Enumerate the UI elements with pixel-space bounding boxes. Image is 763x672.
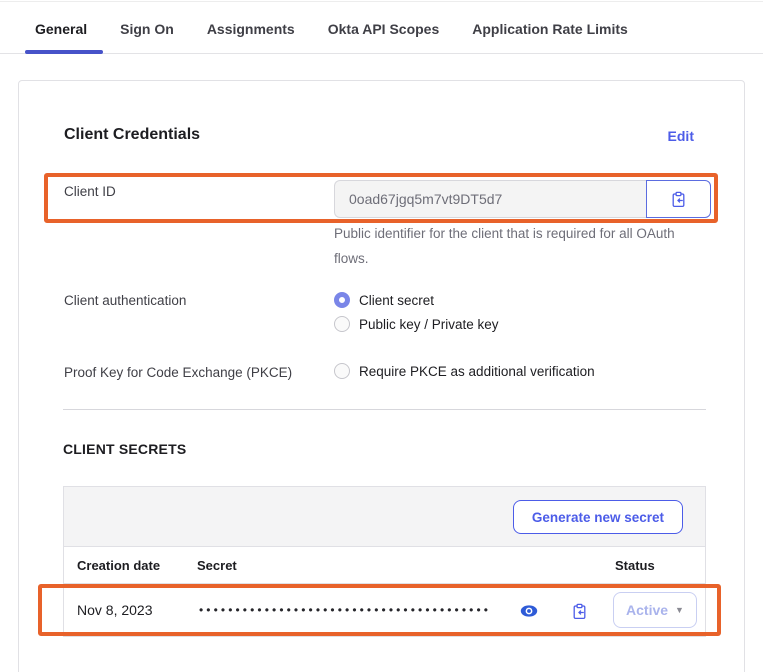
radio-selected-icon[interactable] bbox=[334, 292, 350, 308]
window-top-divider bbox=[0, 1, 763, 2]
pkce-label: Proof Key for Code Exchange (PKCE) bbox=[64, 365, 292, 380]
column-header-status: Status bbox=[615, 547, 655, 584]
tab-okta-api-scopes[interactable]: Okta API Scopes bbox=[328, 17, 440, 47]
okta-app-settings-page: General Sign On Assignments Okta API Sco… bbox=[0, 0, 763, 672]
active-tab-underline bbox=[25, 50, 103, 54]
secret-creation-date: Nov 8, 2023 bbox=[77, 584, 153, 636]
status-badge: Active bbox=[626, 602, 668, 618]
pkce-checkbox-icon[interactable] bbox=[334, 363, 350, 379]
tab-application-rate-limits[interactable]: Application Rate Limits bbox=[472, 17, 628, 47]
copy-secret-button[interactable] bbox=[569, 601, 589, 621]
table-row: Nov 8, 2023 ••••••••••••••••••••••••••••… bbox=[64, 584, 705, 636]
secret-masked-value: •••••••••••••••••••••••••••••••••••••••• bbox=[199, 584, 491, 636]
pkce-checkbox-row[interactable]: Require PKCE as additional verification bbox=[334, 363, 595, 379]
radio-unselected-icon[interactable] bbox=[334, 316, 350, 332]
tab-general[interactable]: General bbox=[35, 17, 87, 47]
radio-client-secret-label: Client secret bbox=[359, 293, 434, 308]
client-id-help-text: Public identifier for the client that is… bbox=[334, 221, 706, 271]
client-credentials-card: Client Credentials Edit Client ID Public… bbox=[18, 80, 745, 672]
generate-new-secret-button[interactable]: Generate new secret bbox=[513, 500, 683, 534]
reveal-secret-button[interactable] bbox=[519, 601, 539, 621]
client-authentication-label: Client authentication bbox=[64, 293, 186, 308]
column-header-secret: Secret bbox=[197, 547, 237, 584]
clipboard-copy-icon bbox=[670, 191, 687, 208]
secret-status-dropdown[interactable]: Active ▼ bbox=[613, 592, 697, 628]
client-id-field-group bbox=[334, 180, 711, 218]
radio-public-private-key[interactable]: Public key / Private key bbox=[334, 316, 499, 332]
clipboard-copy-icon bbox=[571, 603, 588, 620]
app-tabbar: General Sign On Assignments Okta API Sco… bbox=[35, 17, 628, 47]
secrets-table-header: Creation date Secret Status bbox=[64, 547, 705, 584]
eye-icon bbox=[520, 604, 538, 618]
caret-down-icon: ▼ bbox=[675, 606, 684, 615]
copy-client-id-button[interactable] bbox=[646, 180, 711, 218]
client-id-input[interactable] bbox=[334, 180, 646, 218]
client-secrets-table: Generate new secret Creation date Secret… bbox=[63, 486, 706, 637]
section-divider bbox=[63, 409, 706, 410]
client-secrets-title: CLIENT SECRETS bbox=[63, 441, 186, 457]
tab-assignments[interactable]: Assignments bbox=[207, 17, 295, 47]
edit-button[interactable]: Edit bbox=[668, 128, 694, 144]
panel-title: Client Credentials bbox=[64, 126, 200, 144]
column-header-creation-date: Creation date bbox=[77, 547, 160, 584]
radio-client-secret[interactable]: Client secret bbox=[334, 292, 434, 308]
tab-sign-on[interactable]: Sign On bbox=[120, 17, 174, 47]
tabbar-divider bbox=[0, 53, 763, 54]
radio-public-private-key-label: Public key / Private key bbox=[359, 317, 499, 332]
client-id-label: Client ID bbox=[64, 184, 116, 199]
pkce-option-label: Require PKCE as additional verification bbox=[359, 364, 595, 379]
secrets-table-toolbar: Generate new secret bbox=[64, 487, 705, 547]
